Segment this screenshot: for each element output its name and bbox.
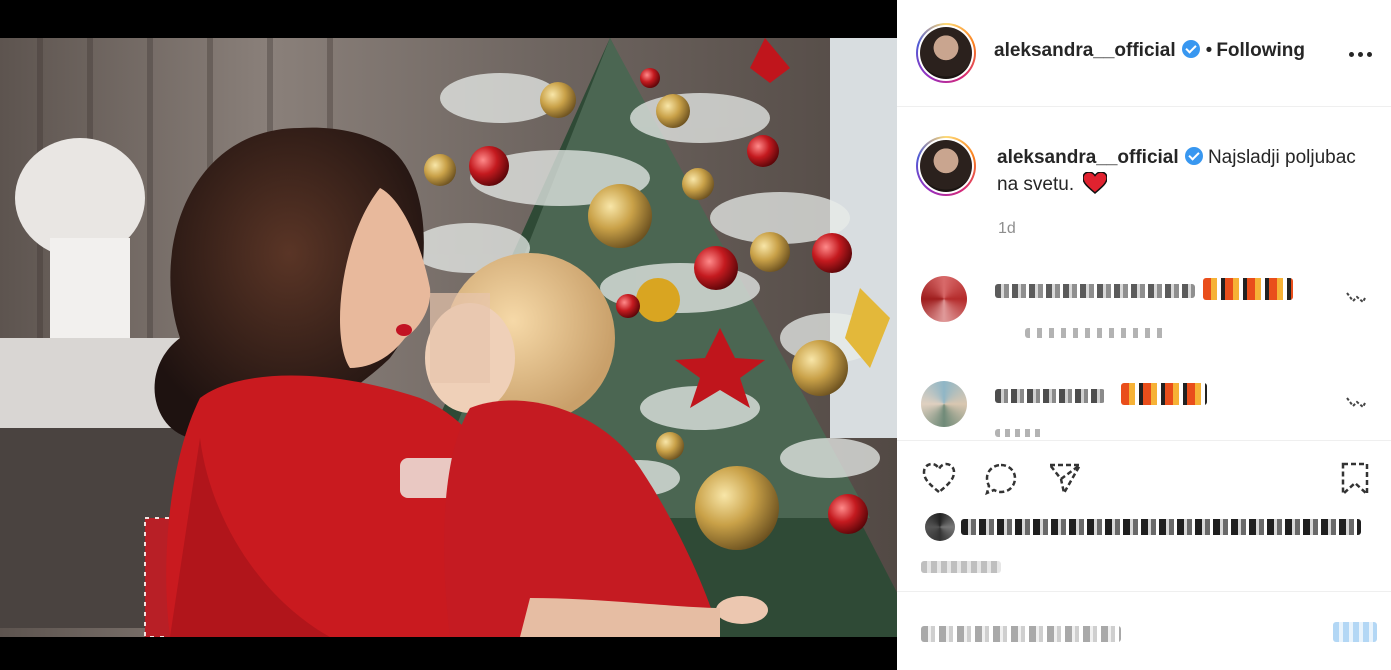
post-side-panel: aleksandra__official • Following aleksandr…: [897, 0, 1391, 670]
like-comment-icon[interactable]: [1345, 395, 1367, 409]
blurred-comment-meta: [995, 429, 1045, 437]
blurred-liked-by-text: [961, 519, 1361, 535]
caption-text-line: aleksandra__official Najsladji poljubac …: [997, 144, 1367, 198]
post-photo[interactable]: [0, 38, 897, 637]
post-timestamp[interactable]: 1d: [998, 220, 1016, 238]
header-author-line: aleksandra__official • Following: [994, 40, 1305, 62]
author-username[interactable]: aleksandra__official: [994, 40, 1176, 61]
blurred-comment-text: [995, 389, 1105, 403]
separator-dot: •: [1205, 40, 1213, 61]
liked-by-row[interactable]: [925, 513, 1365, 541]
heart-icon[interactable]: [921, 461, 957, 497]
blurred-post-age: [921, 561, 1001, 573]
blurred-emoji-row: [1121, 383, 1207, 405]
comment-icon[interactable]: [983, 461, 1019, 497]
bookmark-icon[interactable]: [1337, 461, 1373, 497]
red-heart-icon: [1083, 172, 1108, 194]
caption-author-avatar[interactable]: [916, 136, 976, 196]
post-actions: [897, 440, 1391, 670]
profile-photo-icon: [920, 140, 972, 192]
liked-by-avatar-icon: [925, 513, 955, 541]
more-horizontal-icon[interactable]: [1349, 44, 1373, 64]
post-comment-button[interactable]: [1333, 622, 1377, 642]
christmas-tree-photo: [0, 38, 897, 637]
blurred-avatar-icon[interactable]: [921, 276, 967, 322]
share-icon[interactable]: [1047, 461, 1083, 497]
post-header: aleksandra__official • Following: [897, 0, 1391, 107]
blurred-comment-meta: [1025, 328, 1165, 338]
caption-username[interactable]: aleksandra__official: [997, 147, 1179, 168]
following-button[interactable]: Following: [1216, 40, 1305, 61]
blurred-avatar-icon[interactable]: [921, 381, 967, 427]
like-comment-icon[interactable]: [1345, 290, 1367, 304]
profile-photo-icon: [920, 27, 972, 79]
verified-badge-icon: [1181, 40, 1200, 58]
verified-badge-icon: [1184, 147, 1203, 165]
caption: aleksandra__official Najsladji poljubac …: [997, 144, 1367, 198]
add-comment-input[interactable]: [921, 626, 1121, 642]
media-pane: [0, 0, 897, 670]
comment-item: [921, 276, 1366, 338]
blurred-comment-text: [995, 284, 1195, 298]
author-avatar[interactable]: [916, 23, 976, 83]
comment-item: [921, 381, 1366, 441]
add-comment-bar: [897, 591, 1391, 670]
blurred-emoji-row: [1203, 278, 1293, 300]
